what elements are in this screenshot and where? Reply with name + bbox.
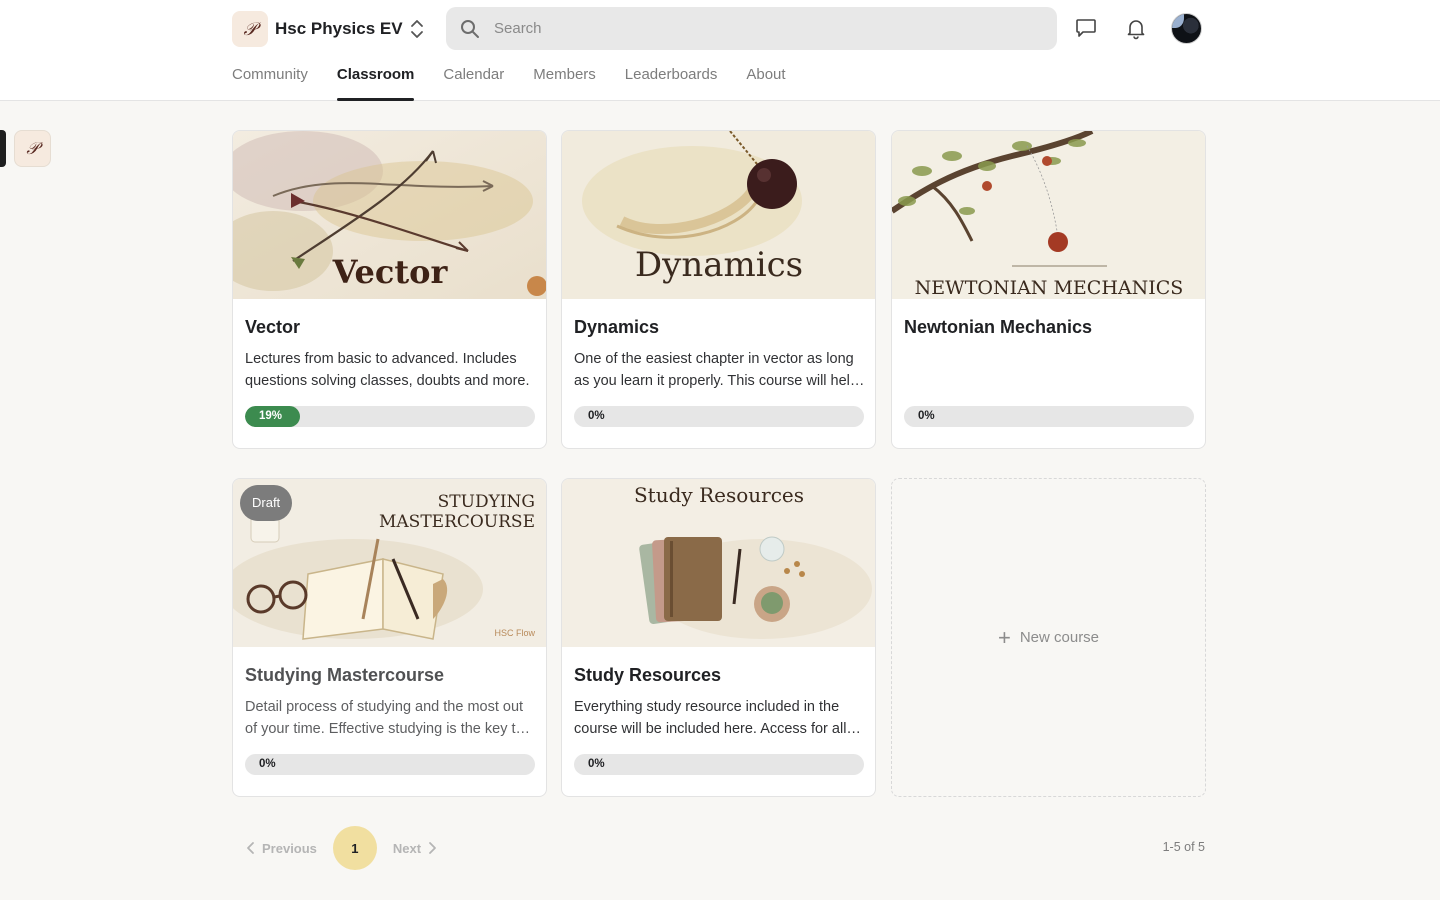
progress-label: 0% (259, 758, 276, 770)
course-thumbnail: Vector (233, 131, 546, 299)
top-header: 𝒫 Hsc Physics EV Community Classroom Cal… (0, 0, 1440, 101)
next-label: Next (392, 840, 422, 856)
thumbnail-caption: Vector (332, 253, 449, 291)
course-card-newtonian-mechanics[interactable]: NEWTONIAN MECHANICS Newtonian Mechanics … (891, 130, 1206, 449)
chevron-left-icon (247, 842, 254, 854)
course-description: Everything study resource included in th… (574, 699, 847, 737)
chevron-right-icon (429, 842, 437, 854)
new-course-label: New course (1019, 629, 1100, 646)
search-input[interactable] (494, 20, 1014, 37)
course-progress-bar: 0% (574, 754, 864, 775)
community-name: Hsc Physics EV (275, 19, 403, 38)
course-card-dynamics[interactable]: Dynamics Dynamics One of the easiest cha… (561, 130, 876, 449)
course-title: Studying Mastercourse (245, 665, 445, 685)
course-description: One of the easiest chapter in vector as … (574, 351, 858, 389)
next-page-button[interactable]: Next (393, 841, 439, 856)
tab-about[interactable]: About (746, 66, 785, 101)
previous-label: Previous (262, 840, 317, 856)
course-thumbnail: Dynamics (562, 131, 875, 299)
tab-members[interactable]: Members (533, 66, 596, 101)
course-card-study-resources[interactable]: Study Resources Study Resources Everythi… (561, 478, 876, 797)
thumbnail-caption: NEWTONIAN MECHANICS (915, 277, 1184, 299)
rail-active-marker (0, 130, 6, 167)
thumbnail-caption-line1: STUDYING (438, 492, 535, 512)
thumbnail-watermark: HSC Flow (494, 628, 535, 638)
course-description: Lectures from basic to advanced. Include… (245, 351, 530, 389)
course-card-studying-mastercourse[interactable]: STUDYING MASTERCOURSE HSC Flow Draft Stu… (232, 478, 547, 797)
course-progress-bar: 19% (245, 406, 535, 427)
community-logo: 𝒫 (232, 11, 268, 47)
nav-tabs: Community Classroom Calendar Members Lea… (232, 66, 815, 101)
draft-badge: Draft (240, 485, 293, 521)
community-switcher[interactable]: 𝒫 Hsc Physics EV (232, 11, 403, 47)
rail-community-logo[interactable]: 𝒫 (14, 130, 51, 167)
tab-community[interactable]: Community (232, 66, 308, 101)
tab-leaderboards[interactable]: Leaderboards (625, 66, 718, 101)
course-thumbnail: Study Resources (562, 479, 875, 647)
thumbnail-caption: Dynamics (635, 245, 803, 285)
course-card-vector[interactable]: Vector Vector Lectures from basic to adv… (232, 130, 547, 449)
progress-label: 19% (259, 410, 283, 422)
search-bar[interactable] (446, 7, 1057, 50)
course-title: Study Resources (574, 665, 722, 685)
course-title: Dynamics (574, 317, 660, 337)
chat-icon[interactable] (1074, 16, 1098, 40)
search-icon (461, 19, 479, 38)
plus-icon: + (997, 624, 1011, 650)
course-thumbnail: NEWTONIAN MECHANICS (892, 131, 1205, 299)
chevron-updown-icon[interactable] (408, 18, 426, 40)
thumbnail-caption-line2: MASTERCOURSE (379, 512, 535, 532)
progress-label: 0% (588, 410, 605, 422)
course-description: Detail process of studying and the most … (245, 699, 524, 737)
course-title: Vector (245, 317, 301, 337)
course-progress-bar: 0% (904, 406, 1194, 427)
course-progress-bar: 0% (245, 754, 535, 775)
tab-calendar[interactable]: Calendar (443, 66, 504, 101)
course-title: Newtonian Mechanics (904, 317, 1093, 337)
course-progress-bar: 0% (574, 406, 864, 427)
progress-label: 0% (918, 410, 935, 422)
pagination: Previous 1 Next (244, 826, 439, 870)
new-course-button[interactable]: + New course (891, 478, 1206, 797)
pagination-count: 1-5 of 5 (1162, 840, 1205, 854)
user-avatar[interactable] (1171, 13, 1202, 44)
bell-icon[interactable] (1124, 16, 1148, 40)
thumbnail-caption: Study Resources (634, 483, 804, 507)
progress-label: 0% (588, 758, 605, 770)
tab-classroom[interactable]: Classroom (336, 66, 414, 101)
previous-page-button[interactable]: Previous (244, 841, 317, 856)
page-number-current[interactable]: 1 (332, 826, 377, 870)
